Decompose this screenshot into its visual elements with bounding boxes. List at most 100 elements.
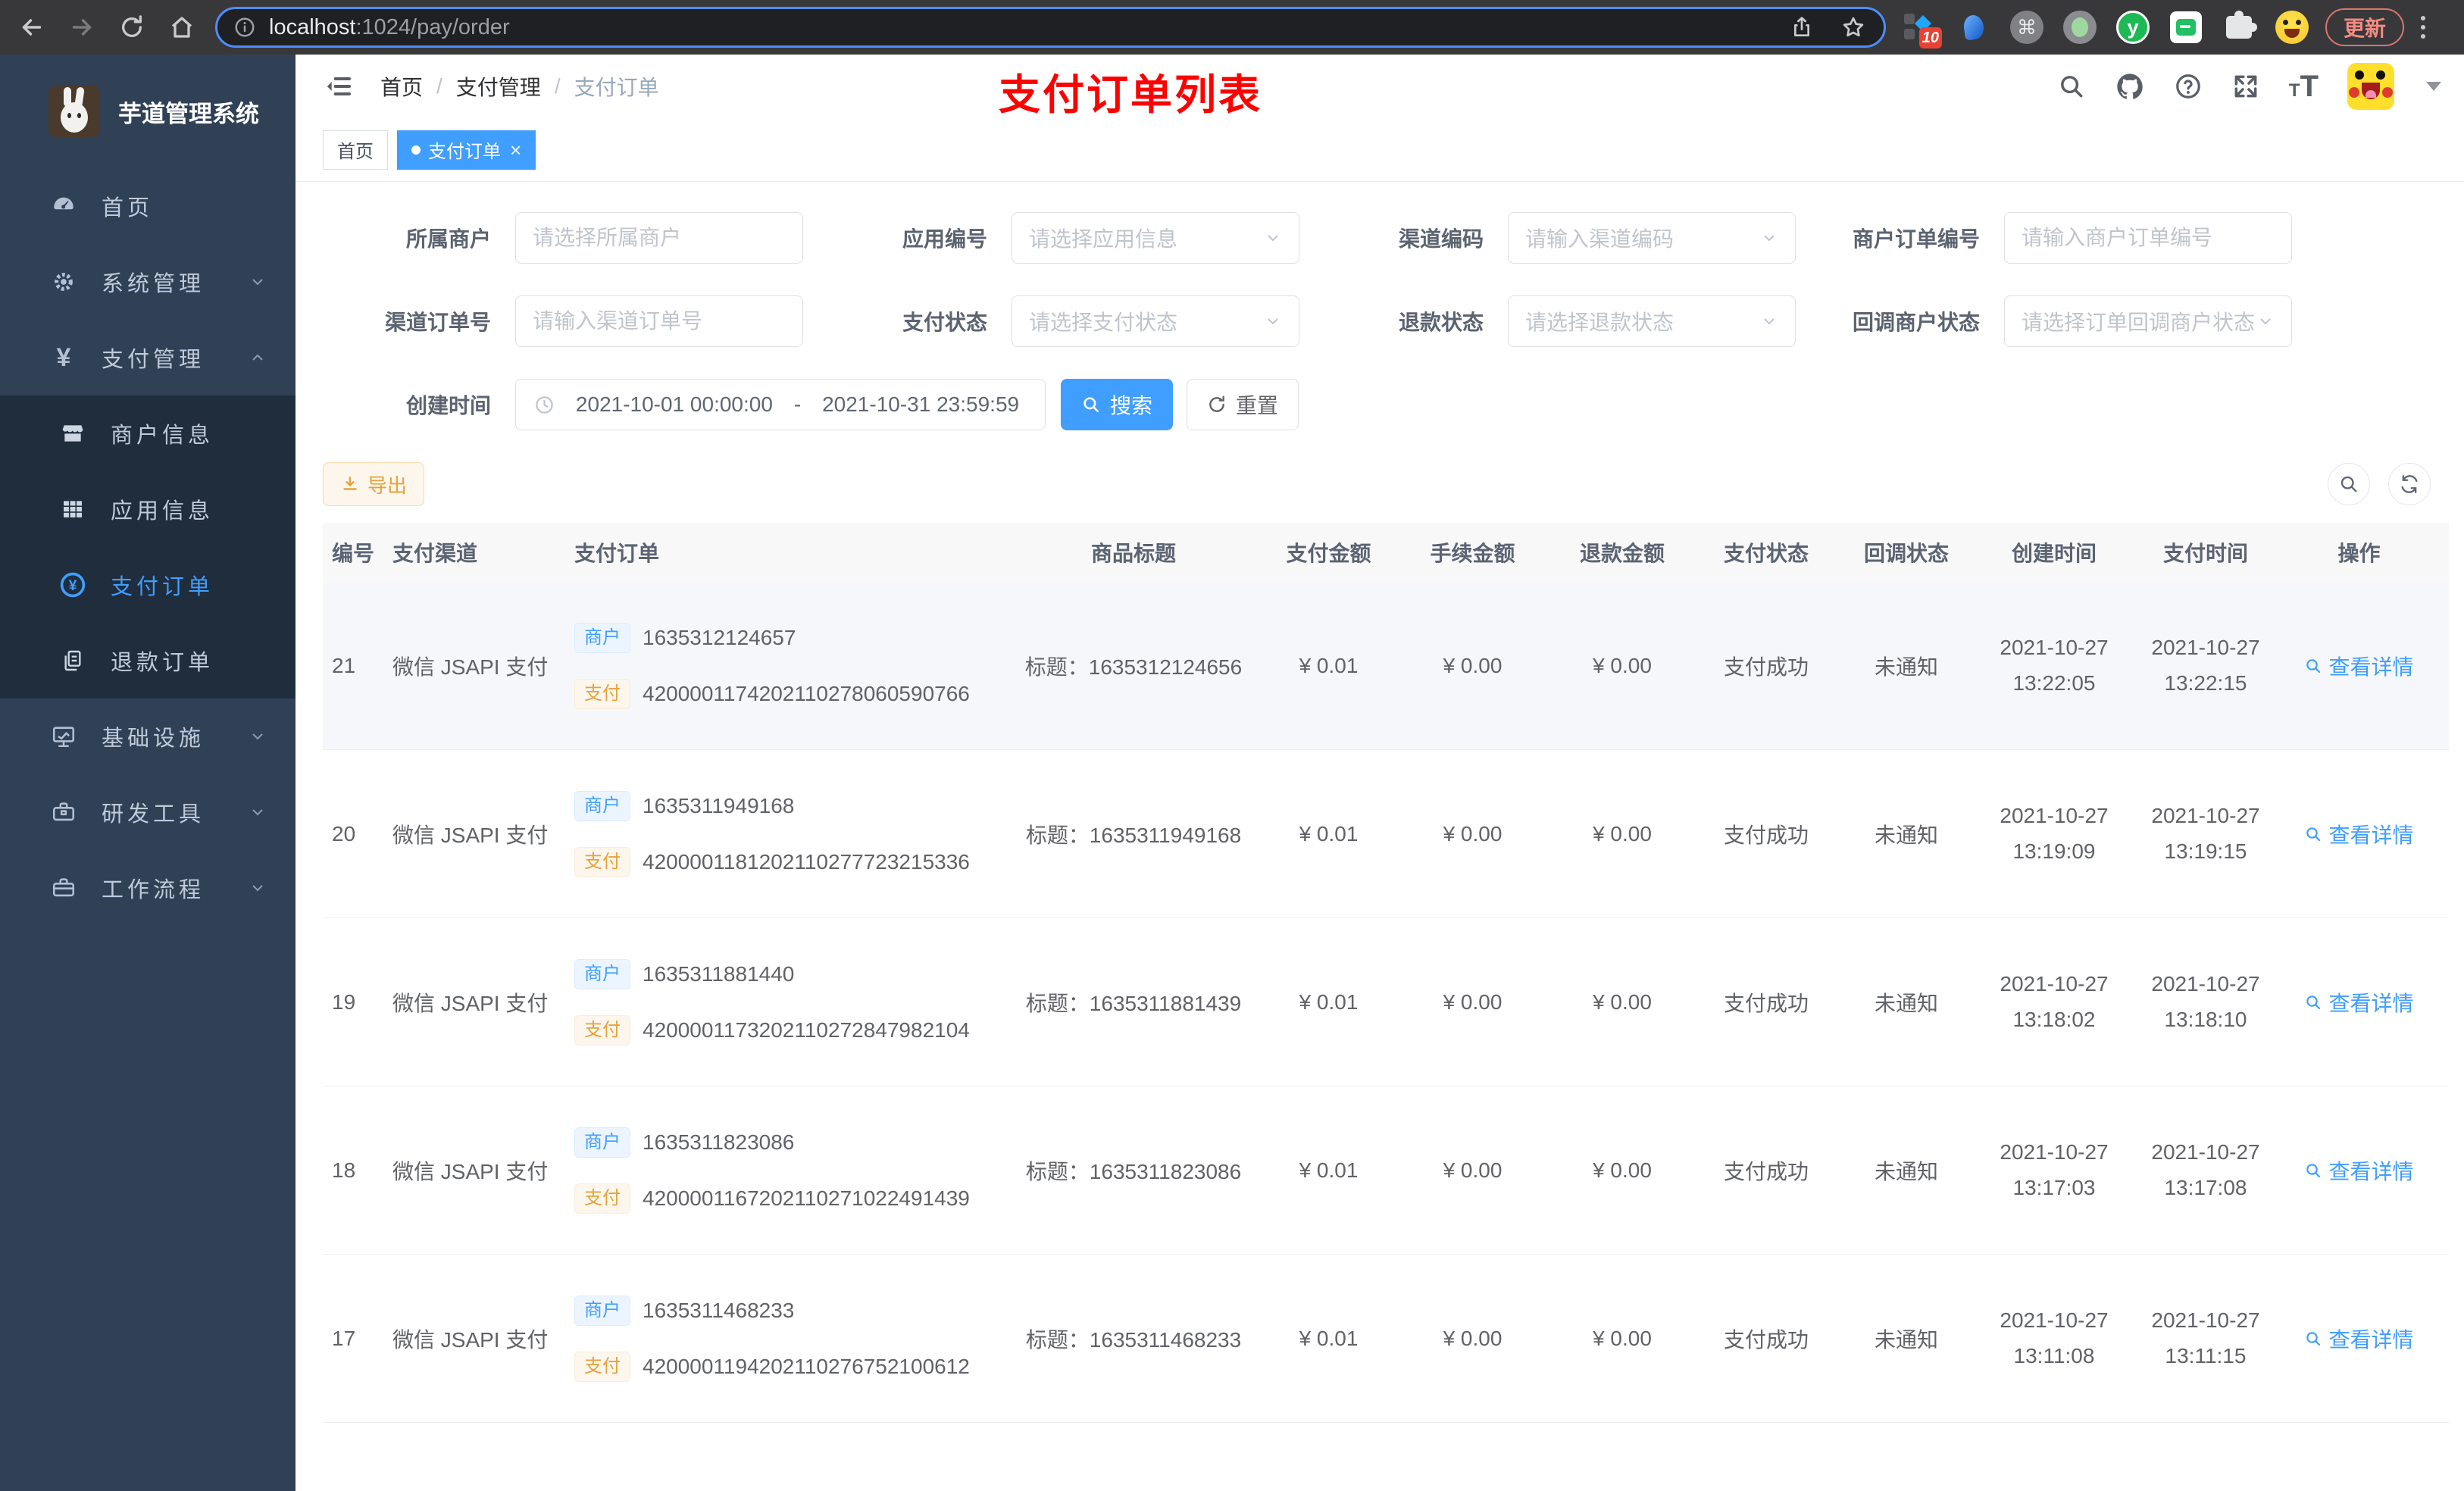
- sidebar-item-system[interactable]: 系统管理: [0, 244, 295, 320]
- view-detail-link[interactable]: 查看详情: [2304, 1324, 2414, 1354]
- reset-button[interactable]: 重置: [1187, 379, 1299, 430]
- help-icon[interactable]: [2174, 72, 2203, 101]
- yen-icon: ¥: [56, 343, 71, 372]
- sidebar-item-merchant-info[interactable]: 商户信息: [0, 395, 295, 471]
- callback-status-select[interactable]: 请选择订单回调商户状态: [2004, 295, 2292, 347]
- svg-text:¥: ¥: [69, 577, 77, 594]
- toolbox-icon: [48, 799, 79, 825]
- dropdown-caret-icon[interactable]: [2426, 82, 2441, 91]
- chevron-down-icon: [249, 803, 267, 821]
- breadcrumb-home[interactable]: 首页: [380, 71, 423, 102]
- documents-icon: [58, 649, 88, 673]
- sidebar-item-refund-order[interactable]: 退款订单: [0, 623, 295, 699]
- pay-tag: 支付: [574, 1183, 630, 1214]
- extension-chat-icon[interactable]: [2168, 9, 2204, 45]
- create-time-range-picker[interactable]: 2021-10-01 00:00:00 - 2021-10-31 23:59:5…: [515, 379, 1046, 430]
- github-icon[interactable]: [2115, 71, 2145, 102]
- clock-icon: [536, 395, 553, 414]
- sidebar-item-dev-tools[interactable]: 研发工具: [0, 774, 295, 850]
- forward-icon[interactable]: [67, 12, 97, 42]
- table-row: 19 微信 JSAPI 支付 商户 1635311881440 支付 4200001…: [323, 918, 2449, 1086]
- filter-row-3: 创建时间 2021-10-01 00:00:00 - 2021-10-31 23…: [323, 379, 2449, 430]
- user-avatar[interactable]: [2347, 63, 2394, 110]
- download-icon: [343, 477, 357, 490]
- chevron-down-icon: [249, 273, 267, 291]
- info-icon[interactable]: [233, 15, 257, 39]
- merchant-input[interactable]: [515, 212, 803, 264]
- sidebar-item-workflow[interactable]: 工作流程: [0, 850, 295, 926]
- table-row: 20 微信 JSAPI 支付 商户 1635311949168 支付 4200001…: [323, 750, 2449, 918]
- app-title: 芋道管理系统: [118, 100, 259, 127]
- page-annotation: 支付订单列表: [999, 71, 1263, 118]
- pay-tag: 支付: [574, 1014, 630, 1046]
- table-row: 21 微信 JSAPI 支付 商户 1635312124657 支付 4200001…: [323, 582, 2449, 750]
- tags-view-bar: 首页 支付订单 ×: [295, 118, 2464, 182]
- merchant-order-no-input[interactable]: [2004, 212, 2292, 264]
- search-icon[interactable]: [2057, 72, 2086, 101]
- table-row: 17 微信 JSAPI 支付 商户 1635311468233 支付 4200001…: [323, 1255, 2449, 1423]
- range-start: 2021-10-01 00:00:00: [575, 392, 773, 416]
- tab-home[interactable]: 首页: [323, 130, 388, 170]
- home-icon[interactable]: [167, 12, 197, 42]
- view-detail-link[interactable]: 查看详情: [2304, 1155, 2414, 1186]
- merchant-tag: 商户: [574, 622, 630, 653]
- extension-balloon-icon[interactable]: [1956, 9, 1992, 45]
- share-icon[interactable]: [1787, 12, 1817, 42]
- search-icon: [2306, 1331, 2321, 1346]
- refresh-icon: [1209, 395, 1224, 412]
- page-content: 所属商户 应用编号 请选择应用信息 渠道编码 请输入渠道编码: [295, 182, 2464, 1491]
- url-bar[interactable]: localhost:1024/pay/order: [215, 7, 1886, 48]
- sidebar-item-infrastructure[interactable]: 基础设施: [0, 699, 295, 774]
- extension-emoji-icon[interactable]: [2274, 9, 2310, 45]
- browser-menu-icon[interactable]: [2418, 13, 2428, 42]
- export-button[interactable]: 导出: [323, 462, 425, 506]
- fullscreen-icon[interactable]: [2231, 72, 2260, 101]
- channel-code-select[interactable]: 请输入渠道编码: [1508, 212, 1796, 264]
- app-select[interactable]: 请选择应用信息: [1012, 212, 1299, 264]
- extensions-puzzle-icon[interactable]: [2221, 9, 2257, 45]
- logo-rabbit-image: [48, 86, 100, 137]
- sidebar: 芋道管理系统 首页 系统管理 ¥ 支付管理 商户信息 应用信息 ¥ 支付订单 退…: [0, 55, 295, 1491]
- view-detail-link[interactable]: 查看详情: [2304, 819, 2414, 849]
- shop-icon: [58, 421, 88, 445]
- extension-cmd-icon[interactable]: ⌘: [2009, 9, 2045, 45]
- app-logo: 芋道管理系统: [0, 55, 295, 168]
- search-button[interactable]: 搜索: [1061, 379, 1174, 430]
- extension-sketch-icon[interactable]: 10: [1903, 9, 1942, 48]
- chevron-down-icon: [1764, 235, 1775, 242]
- briefcase-icon: [48, 875, 79, 901]
- chevron-down-icon: [1268, 318, 1278, 325]
- extension-recorder-icon[interactable]: [2062, 9, 2098, 45]
- tab-close-icon[interactable]: ×: [510, 140, 521, 160]
- search-icon: [2306, 1163, 2321, 1177]
- gear-icon: [48, 269, 79, 295]
- search-icon: [2306, 995, 2321, 1009]
- merchant-tag: 商户: [574, 958, 630, 989]
- channel-order-no-input[interactable]: [515, 295, 803, 347]
- url-text: localhost:1024/pay/order: [269, 14, 510, 39]
- toggle-search-button[interactable]: [2328, 463, 2370, 505]
- refund-status-select[interactable]: 请选择退款状态: [1508, 295, 1796, 347]
- sidebar-item-payment[interactable]: ¥ 支付管理: [0, 320, 295, 395]
- extension-y-icon[interactable]: y: [2115, 9, 2151, 45]
- back-icon[interactable]: [17, 12, 47, 42]
- font-size-icon[interactable]: TT: [2289, 71, 2319, 102]
- pay-status-select[interactable]: 请选择支付状态: [1012, 295, 1299, 347]
- breadcrumb-payment[interactable]: 支付管理: [456, 71, 541, 102]
- tab-pay-order[interactable]: 支付订单 ×: [397, 130, 536, 170]
- view-detail-link[interactable]: 查看详情: [2304, 987, 2414, 1017]
- refresh-table-button[interactable]: [2388, 463, 2431, 505]
- monitor-icon: [48, 724, 79, 749]
- sidebar-item-home[interactable]: 首页: [0, 168, 295, 244]
- range-end: 2021-10-31 23:59:59: [822, 392, 1020, 416]
- dashboard-icon: [48, 193, 79, 219]
- sidebar-fold-icon[interactable]: [323, 71, 353, 102]
- sidebar-item-pay-order[interactable]: ¥ 支付订单: [0, 547, 295, 623]
- table-header: 编号 支付渠道 支付订单 商品标题 支付金额 手续金额 退款金额 支付状态 回调…: [323, 523, 2449, 582]
- update-button[interactable]: 更新: [2325, 8, 2405, 46]
- view-detail-link[interactable]: 查看详情: [2304, 651, 2414, 681]
- pay-tag: 支付: [574, 846, 630, 877]
- reload-icon[interactable]: [117, 12, 147, 42]
- bookmark-star-icon[interactable]: [1838, 12, 1868, 42]
- sidebar-item-app-info[interactable]: 应用信息: [0, 471, 295, 547]
